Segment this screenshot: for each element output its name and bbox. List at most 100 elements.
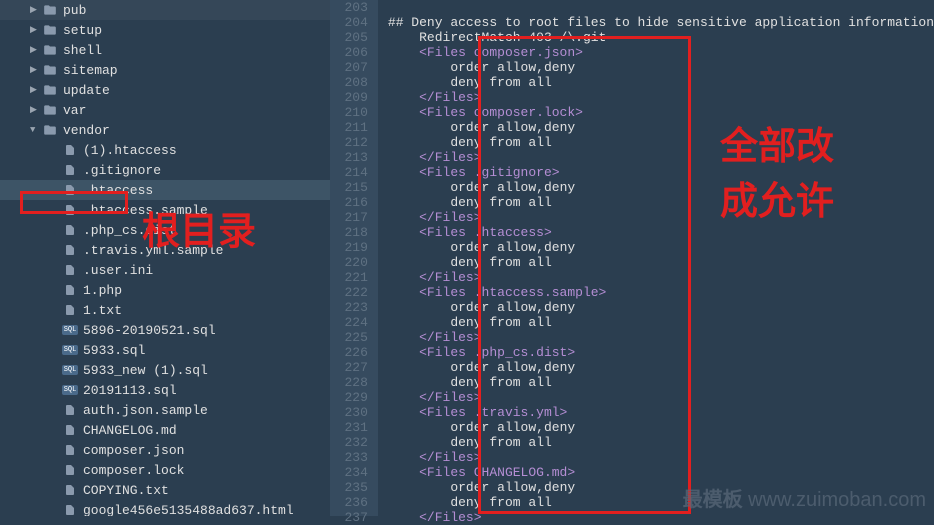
tree-item-label: 5896-20190521.sql: [83, 323, 216, 338]
tree-item-label: sitemap: [63, 63, 118, 78]
tree-item-copying-txt[interactable]: COPYING.txt: [0, 480, 330, 500]
line-numbers: 2032042052062072082092102112122132142152…: [330, 0, 378, 516]
line-number: 237: [345, 510, 368, 525]
line-number: 235: [345, 480, 368, 495]
chevron-icon: ▼: [30, 125, 40, 135]
line-number: 226: [345, 345, 368, 360]
tree-item-label: .gitignore: [83, 163, 161, 178]
tree-item-label: composer.json: [83, 443, 184, 458]
tree-item-label: COPYING.txt: [83, 483, 169, 498]
line-number: 228: [345, 375, 368, 390]
tree-item--1--htaccess[interactable]: (1).htaccess: [0, 140, 330, 160]
tree-item-label: 5933_new (1).sql: [83, 363, 208, 378]
tree-item-20191113-sql[interactable]: SQL 20191113.sql: [0, 380, 330, 400]
folder-icon: [42, 22, 58, 38]
tree-item-label: composer.lock: [83, 463, 184, 478]
file-icon: [62, 282, 78, 298]
line-number: 232: [345, 435, 368, 450]
chevron-icon: ▶: [30, 65, 40, 75]
line-number: 206: [345, 45, 368, 60]
tree-item-label: setup: [63, 23, 102, 38]
chevron-icon: ▶: [30, 5, 40, 15]
line-number: 213: [345, 150, 368, 165]
tree-item-auth-json-sample[interactable]: auth.json.sample: [0, 400, 330, 420]
tree-item-pub[interactable]: ▶ pub: [0, 0, 330, 20]
file-icon: [62, 442, 78, 458]
annotation-right: 全部改成允许: [720, 120, 834, 230]
chevron-icon: ▶: [30, 85, 40, 95]
tree-item--user-ini[interactable]: .user.ini: [0, 260, 330, 280]
line-number: 204: [345, 15, 368, 30]
line-number: 230: [345, 405, 368, 420]
folder-icon: [42, 102, 58, 118]
chevron-icon: ▶: [30, 25, 40, 35]
watermark-url: www.zuimoban.com: [748, 489, 926, 511]
file-icon: [62, 142, 78, 158]
line-number: 224: [345, 315, 368, 330]
tree-item-1-txt[interactable]: 1.txt: [0, 300, 330, 320]
tree-item-update[interactable]: ▶ update: [0, 80, 330, 100]
line-number: 227: [345, 360, 368, 375]
tree-item-label: update: [63, 83, 110, 98]
line-number: 208: [345, 75, 368, 90]
folder-icon: [42, 42, 58, 58]
line-number: 217: [345, 210, 368, 225]
tree-item-var[interactable]: ▶ var: [0, 100, 330, 120]
line-number: 229: [345, 390, 368, 405]
tree-item-composer-json[interactable]: composer.json: [0, 440, 330, 460]
file-icon: [62, 402, 78, 418]
file-icon: [62, 262, 78, 278]
file-tree-sidebar: ▶ pub ▶ setup ▶ shell ▶ sitemap ▶ update ▶ var ▼ vend…: [0, 0, 330, 516]
tree-item-5933-new--1--sql[interactable]: SQL 5933_new (1).sql: [0, 360, 330, 380]
file-icon: SQL: [62, 382, 78, 398]
tree-item-label: shell: [63, 43, 102, 58]
highlight-box-code: [478, 36, 691, 514]
line-number: 218: [345, 225, 368, 240]
code-line[interactable]: [388, 0, 934, 15]
line-number: 211: [345, 120, 368, 135]
line-number: 212: [345, 135, 368, 150]
chevron-icon: ▶: [30, 105, 40, 115]
tree-item-label: var: [63, 103, 86, 118]
line-number: 231: [345, 420, 368, 435]
file-icon: [62, 302, 78, 318]
tree-item-google456e5135488ad637-html[interactable]: google456e5135488ad637.html: [0, 500, 330, 516]
line-number: 216: [345, 195, 368, 210]
line-number: 203: [345, 0, 368, 15]
watermark-cn: 最模板: [683, 489, 743, 511]
tree-item-composer-lock[interactable]: composer.lock: [0, 460, 330, 480]
folder-icon: [42, 62, 58, 78]
tree-item-vendor[interactable]: ▼ vendor: [0, 120, 330, 140]
line-number: 233: [345, 450, 368, 465]
file-icon: [62, 162, 78, 178]
tree-item-changelog-md[interactable]: CHANGELOG.md: [0, 420, 330, 440]
line-number: 205: [345, 30, 368, 45]
tree-item-5933-sql[interactable]: SQL5933.sql: [0, 340, 330, 360]
chevron-icon: ▶: [30, 45, 40, 55]
tree-item-label: 1.php: [83, 283, 122, 298]
file-icon: [62, 462, 78, 478]
tree-item-label: vendor: [63, 123, 110, 138]
tree-item-label: auth.json.sample: [83, 403, 208, 418]
line-number: 223: [345, 300, 368, 315]
tree-item-shell[interactable]: ▶ shell: [0, 40, 330, 60]
folder-icon: [42, 122, 58, 138]
tree-item-sitemap[interactable]: ▶ sitemap: [0, 60, 330, 80]
code-line[interactable]: ## Deny access to root files to hide sen…: [388, 15, 934, 30]
tree-item-label: 20191113.sql: [83, 383, 177, 398]
tree-item-setup[interactable]: ▶ setup: [0, 20, 330, 40]
file-icon: SQL: [62, 362, 78, 378]
line-number: 210: [345, 105, 368, 120]
tree-item-label: pub: [63, 3, 86, 18]
folder-icon: [42, 2, 58, 18]
folder-icon: [42, 82, 58, 98]
watermark: 最模板 www.zuimoban.com: [683, 483, 926, 512]
line-number: 209: [345, 90, 368, 105]
tree-item--gitignore[interactable]: .gitignore: [0, 160, 330, 180]
line-number: 215: [345, 180, 368, 195]
file-icon: [62, 242, 78, 258]
file-icon: [62, 482, 78, 498]
tree-item-label: CHANGELOG.md: [83, 423, 177, 438]
tree-item-5896-20190521-sql[interactable]: SQL5896-20190521.sql: [0, 320, 330, 340]
tree-item-1-php[interactable]: 1.php: [0, 280, 330, 300]
